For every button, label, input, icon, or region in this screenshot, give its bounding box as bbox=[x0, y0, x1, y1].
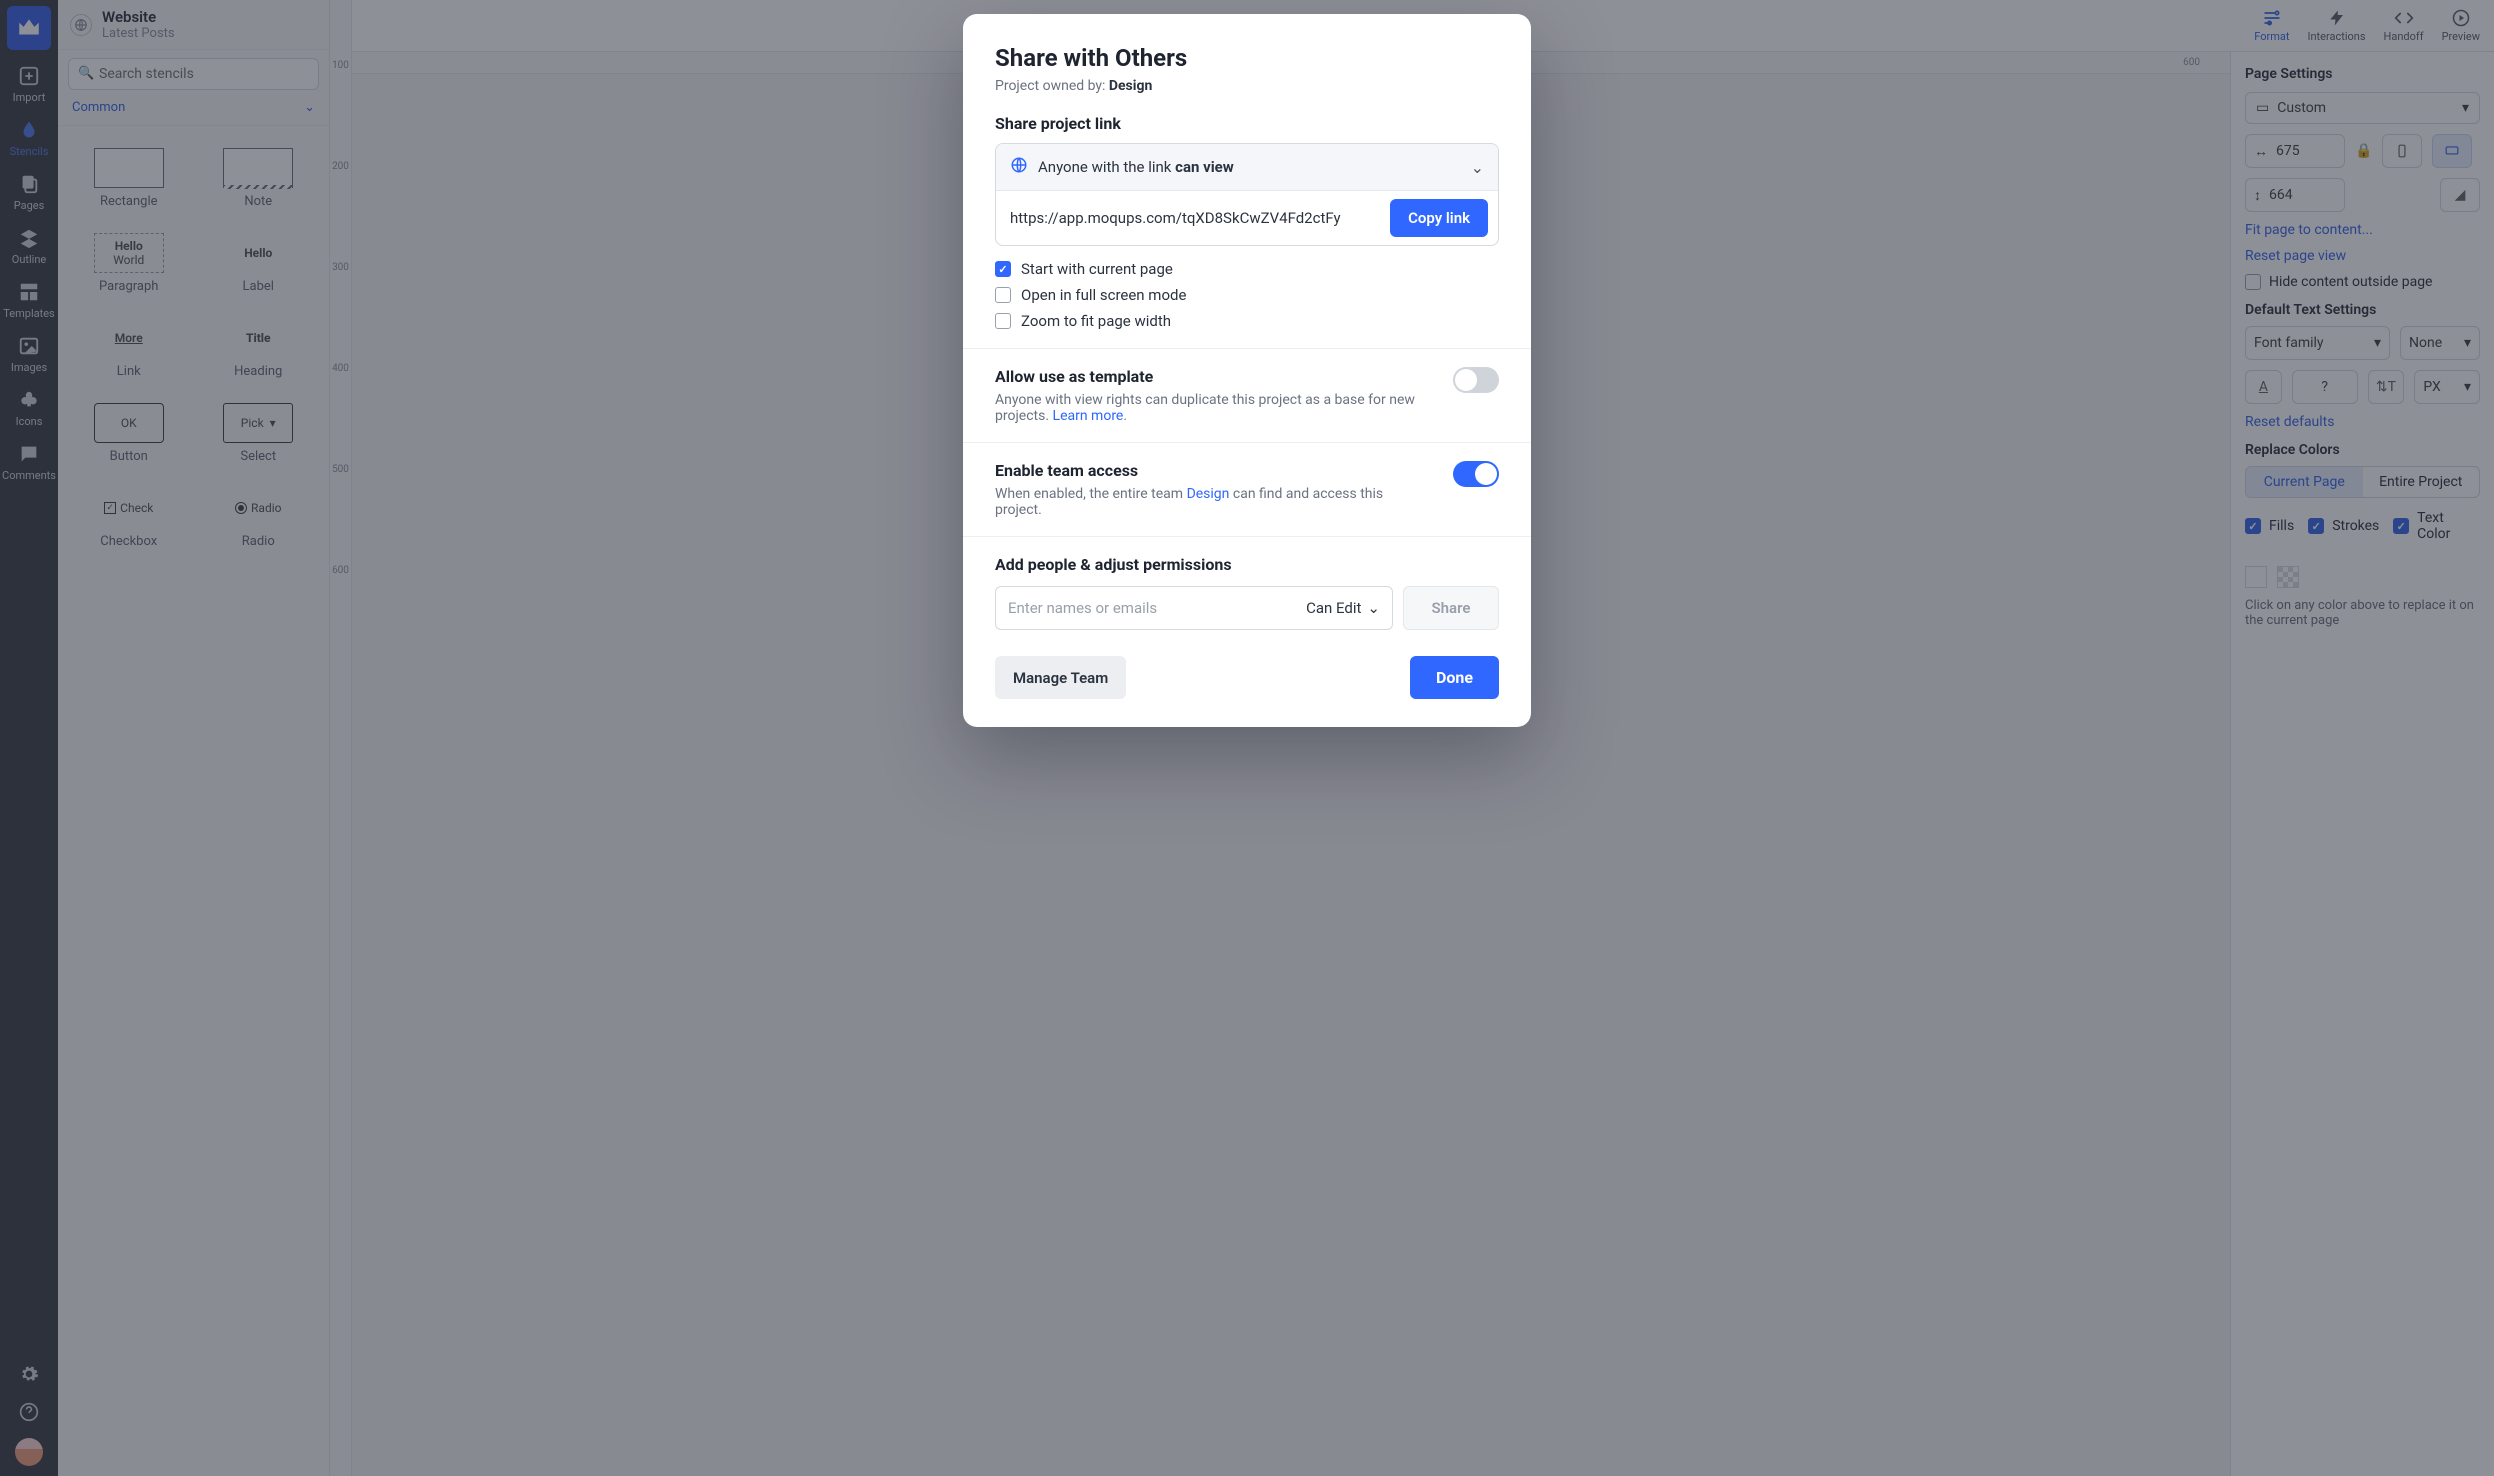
people-title: Add people & adjust permissions bbox=[995, 555, 1499, 574]
toggle-template[interactable] bbox=[1453, 367, 1499, 393]
manage-team-button[interactable]: Manage Team bbox=[995, 656, 1126, 699]
share-modal: Share with Others Project owned by: Desi… bbox=[963, 14, 1531, 727]
template-title: Allow use as template bbox=[995, 367, 1415, 386]
share-url[interactable]: https://app.moqups.com/tqXD8SkCwZV4Fd2ct… bbox=[996, 197, 1380, 239]
globe-icon bbox=[1010, 156, 1028, 178]
share-link-label: Share project link bbox=[995, 114, 1499, 133]
share-button[interactable]: Share bbox=[1403, 586, 1499, 630]
learn-more-link[interactable]: Learn more bbox=[1053, 408, 1124, 424]
modal-owned-by: Project owned by: Design bbox=[995, 78, 1499, 94]
team-link[interactable]: Design bbox=[1187, 486, 1230, 502]
done-button[interactable]: Done bbox=[1410, 656, 1499, 699]
copy-link-button[interactable]: Copy link bbox=[1390, 199, 1488, 237]
team-desc: When enabled, the entire team Design can… bbox=[995, 486, 1415, 518]
check-fullscreen[interactable]: Open in full screen mode bbox=[995, 286, 1499, 304]
link-permission-select[interactable]: Anyone with the link can view ⌄ bbox=[996, 144, 1498, 190]
chevron-down-icon: ⌄ bbox=[1367, 599, 1380, 617]
modal-title: Share with Others bbox=[995, 44, 1499, 72]
template-desc: Anyone with view rights can duplicate th… bbox=[995, 392, 1415, 424]
toggle-team[interactable] bbox=[1453, 461, 1499, 487]
people-input[interactable]: Enter names or emails Can Edit⌄ bbox=[995, 586, 1393, 630]
check-start-current[interactable]: ✓ Start with current page bbox=[995, 260, 1499, 278]
people-permission[interactable]: Can Edit⌄ bbox=[1306, 599, 1380, 617]
chevron-down-icon: ⌄ bbox=[1471, 158, 1484, 177]
team-title: Enable team access bbox=[995, 461, 1415, 480]
check-zoom-fit[interactable]: Zoom to fit page width bbox=[995, 312, 1499, 330]
